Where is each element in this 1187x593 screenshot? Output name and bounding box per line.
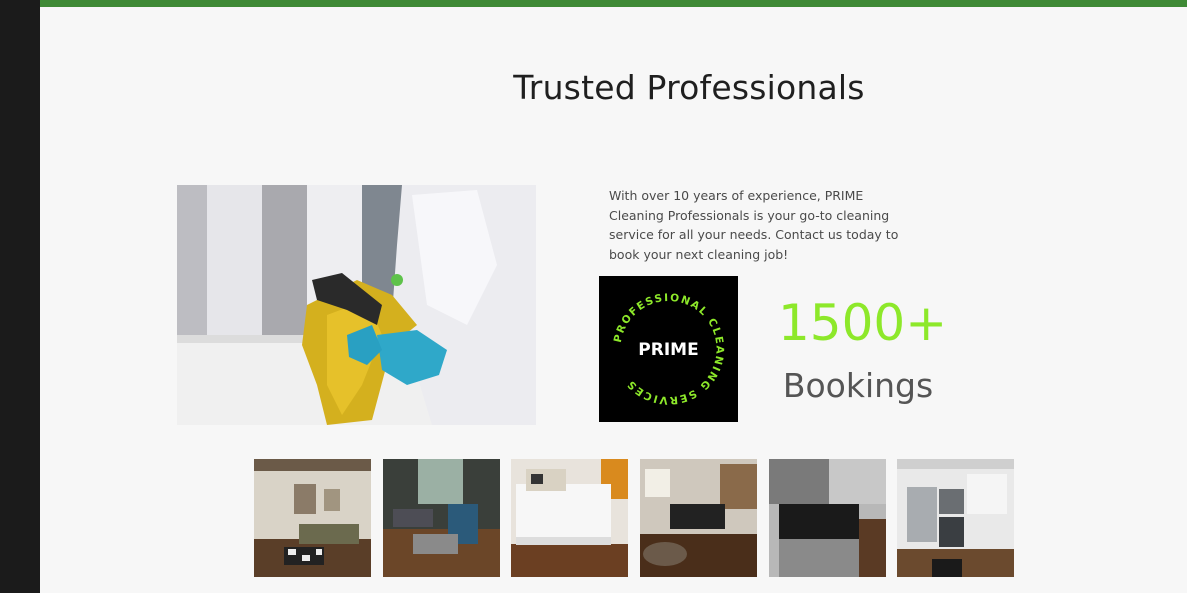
kitchen-stove-photo [769, 459, 886, 577]
gallery-thumb-kitchen-appliances[interactable] [897, 459, 1014, 577]
top-accent-bar [40, 0, 1187, 7]
section-title: Trusted Professionals [513, 68, 865, 107]
prime-logo-mark: PROFESSIONAL CLEANING SERVICES PRIME [599, 276, 738, 422]
bookings-count: 1500+ [778, 294, 948, 352]
bookings-label: Bookings [782, 366, 934, 405]
open-living-kitchen-photo [640, 459, 757, 577]
section-description: With over 10 years of experience, PRIME … [609, 186, 939, 264]
gallery-thumb-open-living[interactable] [640, 459, 757, 577]
cleaner-photo-illustration [177, 185, 536, 425]
dining-living-photo [383, 459, 500, 577]
description-line: Cleaning Professionals is your go-to cle… [609, 207, 890, 223]
hero-photo [177, 185, 536, 425]
gallery-thumb-kitchen-stove[interactable] [769, 459, 886, 577]
description-line: With over 10 years of experience, PRIME [609, 188, 864, 203]
page: Trusted Professionals With over 10 years… [40, 0, 1187, 593]
gallery-thumb-living-room[interactable] [254, 459, 371, 577]
bedroom-photo [511, 459, 628, 577]
logo-brand-text: PRIME [638, 340, 698, 360]
gallery-thumb-bedroom[interactable] [511, 459, 628, 577]
prime-logo: PROFESSIONAL CLEANING SERVICES PRIME [599, 276, 738, 422]
living-room-photo [254, 459, 371, 577]
description-line: book your next cleaning job! [609, 246, 789, 262]
gallery-thumb-dining-living[interactable] [383, 459, 500, 577]
description-line: service for all your needs. Contact us t… [609, 227, 899, 242]
kitchen-appliances-photo [897, 459, 1014, 577]
